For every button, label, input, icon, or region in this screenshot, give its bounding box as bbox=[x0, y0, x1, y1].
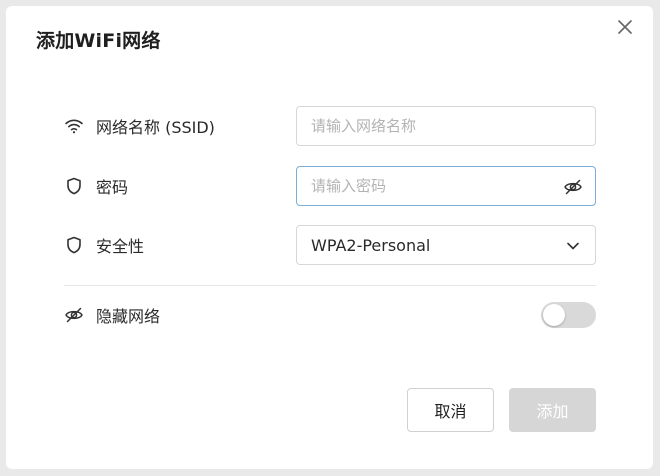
shield-icon bbox=[67, 177, 81, 195]
chevron-down-icon bbox=[567, 242, 579, 250]
wifi-icon bbox=[65, 119, 83, 134]
password-label-group: 密码 bbox=[64, 174, 296, 198]
close-icon bbox=[618, 20, 632, 34]
ssid-input[interactable] bbox=[297, 107, 595, 145]
close-button[interactable] bbox=[615, 17, 635, 37]
ssid-row: 网络名称 (SSID) bbox=[64, 106, 596, 146]
security-label-group: 安全性 bbox=[64, 233, 296, 257]
eye-off-icon bbox=[65, 307, 83, 323]
dialog-title: 添加WiFi网络 bbox=[36, 30, 161, 52]
hidden-network-row: 隐藏网络 bbox=[64, 295, 596, 335]
add-button[interactable]: 添加 bbox=[509, 388, 596, 432]
section-divider bbox=[64, 285, 596, 286]
security-label: 安全性 bbox=[96, 237, 145, 256]
password-input[interactable] bbox=[297, 167, 595, 205]
ssid-label-group: 网络名称 (SSID) bbox=[64, 114, 296, 138]
toggle-knob bbox=[543, 304, 565, 326]
password-field[interactable] bbox=[296, 166, 596, 206]
eye-off-icon[interactable] bbox=[563, 177, 583, 197]
hidden-network-label: 隐藏网络 bbox=[96, 307, 161, 326]
add-wifi-dialog: 添加WiFi网络 网络名称 (SSID) 密码 bbox=[6, 6, 653, 469]
security-selected-value: WPA2-Personal bbox=[311, 235, 431, 255]
hidden-network-toggle[interactable] bbox=[541, 302, 596, 328]
password-label: 密码 bbox=[96, 178, 129, 197]
cancel-button[interactable]: 取消 bbox=[407, 388, 494, 432]
password-row: 密码 bbox=[64, 166, 596, 206]
security-select[interactable]: WPA2-Personal bbox=[296, 225, 596, 265]
ssid-label: 网络名称 (SSID) bbox=[96, 118, 215, 137]
security-row: 安全性 WPA2-Personal bbox=[64, 225, 596, 265]
hidden-network-label-group: 隐藏网络 bbox=[64, 303, 296, 327]
shield-icon bbox=[67, 236, 81, 254]
ssid-field[interactable] bbox=[296, 106, 596, 146]
